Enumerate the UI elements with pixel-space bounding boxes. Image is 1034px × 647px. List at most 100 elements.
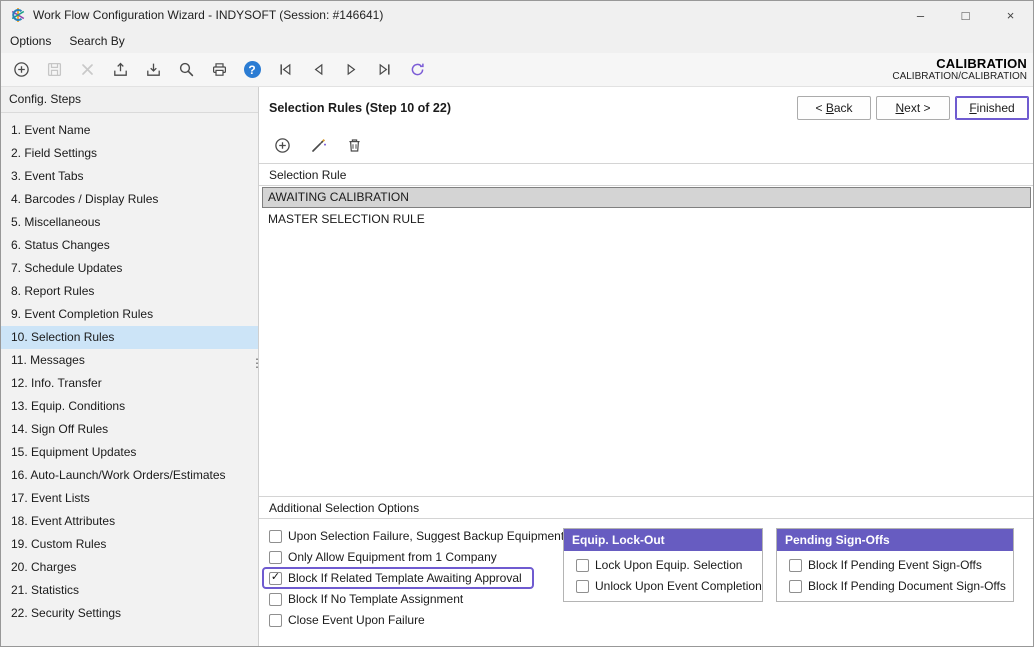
additional-options-body: Upon Selection Failure, Suggest Backup E… bbox=[259, 519, 1033, 646]
checkbox-label: Upon Selection Failure, Suggest Backup E… bbox=[288, 529, 564, 543]
add-record-button[interactable] bbox=[9, 57, 33, 83]
sidebar-item-event-tabs[interactable]: 3. Event Tabs bbox=[1, 165, 258, 188]
sidebar-item-equip-conditions[interactable]: 13. Equip. Conditions bbox=[1, 395, 258, 418]
print-button[interactable] bbox=[207, 57, 231, 83]
sidebar-item-charges[interactable]: 20. Charges bbox=[1, 556, 258, 579]
minimize-button[interactable]: – bbox=[898, 1, 943, 29]
checkbox-block-if-no-template-assignment[interactable]: Block If No Template Assignment bbox=[269, 591, 551, 607]
checkbox-lock-upon-equip-selection[interactable]: Lock Upon Equip. Selection bbox=[576, 557, 754, 573]
import-icon bbox=[145, 61, 162, 78]
last-record-button[interactable] bbox=[372, 57, 396, 83]
checkbox-box[interactable] bbox=[269, 530, 282, 543]
sidebar-item-equipment-updates[interactable]: 15. Equipment Updates bbox=[1, 441, 258, 464]
page-title: Selection Rules (Step 10 of 22) bbox=[269, 101, 797, 115]
first-record-icon bbox=[277, 61, 294, 78]
checkbox-block-if-pending-event-signoffs[interactable]: Block If Pending Event Sign-Offs bbox=[789, 557, 1005, 573]
selection-rules-list: AWAITING CALIBRATION MASTER SELECTION RU… bbox=[259, 186, 1033, 496]
maximize-icon: □ bbox=[962, 8, 970, 23]
sidebar-item-messages[interactable]: 11. Messages bbox=[1, 349, 258, 372]
checkbox-box[interactable] bbox=[576, 559, 589, 572]
context-title: CALIBRATION bbox=[936, 56, 1027, 72]
next-record-button[interactable] bbox=[339, 57, 363, 83]
sync-button[interactable] bbox=[405, 57, 429, 83]
close-button[interactable]: × bbox=[988, 1, 1033, 29]
export-icon bbox=[112, 61, 129, 78]
help-icon: ? bbox=[244, 61, 261, 78]
sidebar-item-selection-rules[interactable]: 10. Selection Rules bbox=[1, 326, 258, 349]
first-record-button[interactable] bbox=[273, 57, 297, 83]
search-icon bbox=[178, 61, 195, 78]
pending-signoffs-group: Pending Sign-Offs Block If Pending Event… bbox=[776, 528, 1014, 602]
sidebar-item-event-completion-rules[interactable]: 9. Event Completion Rules bbox=[1, 303, 258, 326]
add-rule-button[interactable] bbox=[270, 132, 294, 158]
sidebar-item-barcodes-display-rules[interactable]: 4. Barcodes / Display Rules bbox=[1, 188, 258, 211]
checkbox-close-event-upon-failure[interactable]: Close Event Upon Failure bbox=[269, 612, 551, 628]
sidebar-item-report-rules[interactable]: 8. Report Rules bbox=[1, 280, 258, 303]
sidebar-item-status-changes[interactable]: 6. Status Changes bbox=[1, 234, 258, 257]
save-button[interactable] bbox=[42, 57, 66, 83]
finished-button[interactable]: Finished bbox=[955, 96, 1029, 120]
maximize-button[interactable]: □ bbox=[943, 1, 988, 29]
sidebar-item-event-lists[interactable]: 17. Event Lists bbox=[1, 487, 258, 510]
delete-rule-button[interactable] bbox=[342, 132, 366, 158]
equip-lockout-group: Equip. Lock-Out Lock Upon Equip. Selecti… bbox=[563, 528, 763, 602]
back-button[interactable]: < Back bbox=[797, 96, 871, 120]
finished-label: Finished bbox=[969, 101, 1014, 115]
edit-rule-button[interactable] bbox=[306, 132, 330, 158]
checkbox-suggest-backup-equipment[interactable]: Upon Selection Failure, Suggest Backup E… bbox=[269, 528, 551, 544]
grid-column-header[interactable]: Selection Rule bbox=[259, 163, 1033, 186]
sidebar-item-event-name[interactable]: 1. Event Name bbox=[1, 119, 258, 142]
selection-rule-row-awaiting-calibration[interactable]: AWAITING CALIBRATION bbox=[262, 187, 1031, 208]
checkbox-box[interactable] bbox=[789, 580, 802, 593]
checkbox-box[interactable] bbox=[269, 614, 282, 627]
sidebar-item-event-attributes[interactable]: 18. Event Attributes bbox=[1, 510, 258, 533]
import-button[interactable] bbox=[141, 57, 165, 83]
wand-icon bbox=[310, 137, 327, 154]
sidebar-splitter[interactable] bbox=[252, 351, 262, 375]
checkbox-box[interactable] bbox=[576, 580, 589, 593]
checkbox-block-if-template-awaiting-approval[interactable]: Block If Related Template Awaiting Appro… bbox=[262, 567, 534, 589]
sidebar-header: Config. Steps bbox=[1, 87, 258, 113]
config-steps-sidebar: Config. Steps 1. Event Name 2. Field Set… bbox=[1, 87, 259, 646]
sidebar-item-auto-launch-work-orders-estimates[interactable]: 16. Auto-Launch/Work Orders/Estimates bbox=[1, 464, 258, 487]
checkbox-box[interactable] bbox=[789, 559, 802, 572]
search-button[interactable] bbox=[174, 57, 198, 83]
trash-icon bbox=[346, 137, 363, 154]
selection-rule-row-master-selection-rule[interactable]: MASTER SELECTION RULE bbox=[262, 209, 1031, 230]
sidebar-item-custom-rules[interactable]: 19. Custom Rules bbox=[1, 533, 258, 556]
sidebar-item-statistics[interactable]: 21. Statistics bbox=[1, 579, 258, 602]
export-button[interactable] bbox=[108, 57, 132, 83]
app-window: Work Flow Configuration Wizard - INDYSOF… bbox=[0, 0, 1034, 647]
app-logo-icon bbox=[9, 6, 27, 24]
checkbox-only-allow-one-company[interactable]: Only Allow Equipment from 1 Company bbox=[269, 549, 551, 565]
sidebar-item-miscellaneous[interactable]: 5. Miscellaneous bbox=[1, 211, 258, 234]
delete-icon bbox=[79, 61, 96, 78]
next-button[interactable]: Next > bbox=[876, 96, 950, 120]
sidebar-item-field-settings[interactable]: 2. Field Settings bbox=[1, 142, 258, 165]
menu-search-by[interactable]: Search By bbox=[60, 29, 133, 53]
sidebar-item-sign-off-rules[interactable]: 14. Sign Off Rules bbox=[1, 418, 258, 441]
help-glyph: ? bbox=[248, 64, 255, 76]
sidebar-item-security-settings[interactable]: 22. Security Settings bbox=[1, 602, 258, 625]
content-layout: Config. Steps 1. Event Name 2. Field Set… bbox=[1, 87, 1033, 646]
checkbox-block-if-pending-document-signoffs[interactable]: Block If Pending Document Sign-Offs bbox=[789, 578, 1005, 594]
add-record-icon bbox=[13, 61, 30, 78]
sidebar-item-info-transfer[interactable]: 12. Info. Transfer bbox=[1, 372, 258, 395]
previous-record-button[interactable] bbox=[306, 57, 330, 83]
next-record-icon bbox=[343, 61, 360, 78]
equip-lockout-header: Equip. Lock-Out bbox=[564, 529, 762, 551]
checkbox-box[interactable] bbox=[269, 572, 282, 585]
help-button[interactable]: ? bbox=[240, 57, 264, 83]
checkbox-label: Block If Pending Document Sign-Offs bbox=[808, 579, 1006, 593]
checkbox-label: Unlock Upon Event Completion bbox=[595, 579, 762, 593]
sidebar-item-schedule-updates[interactable]: 7. Schedule Updates bbox=[1, 257, 258, 280]
checkbox-box[interactable] bbox=[269, 593, 282, 606]
config-steps-list: 1. Event Name 2. Field Settings 3. Event… bbox=[1, 113, 258, 625]
previous-record-icon bbox=[310, 61, 327, 78]
delete-button[interactable] bbox=[75, 57, 99, 83]
menu-options[interactable]: Options bbox=[1, 29, 60, 53]
checkbox-box[interactable] bbox=[269, 551, 282, 564]
checkbox-unlock-upon-event-completion[interactable]: Unlock Upon Event Completion bbox=[576, 578, 754, 594]
window-controls: – □ × bbox=[898, 1, 1033, 29]
add-rule-icon bbox=[274, 137, 291, 154]
